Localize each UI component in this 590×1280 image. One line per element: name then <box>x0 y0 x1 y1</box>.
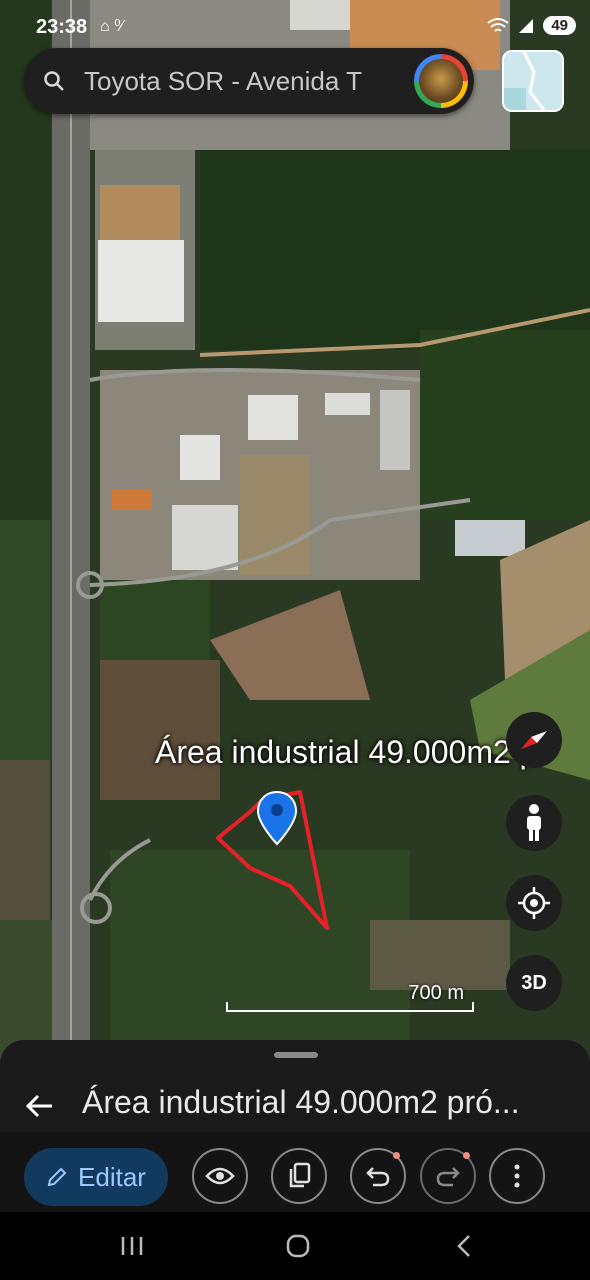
layers-button[interactable] <box>502 50 564 112</box>
person-icon <box>527 804 541 841</box>
system-navigation-bar <box>0 1212 590 1280</box>
back-arrow-icon <box>26 1094 52 1118</box>
pencil-icon <box>47 1167 67 1187</box>
status-right: 49 <box>487 16 576 35</box>
recents-button[interactable] <box>112 1230 152 1262</box>
duplicate-button[interactable] <box>271 1148 327 1204</box>
back-icon <box>457 1235 470 1257</box>
search-bar[interactable]: Toyota SOR - Avenida T <box>24 48 474 114</box>
satellite-map[interactable]: Área industrial 49.000m2 p <box>0 0 590 1060</box>
back-nav-button[interactable] <box>444 1230 484 1262</box>
search-input[interactable]: Toyota SOR - Avenida T <box>84 66 404 97</box>
avatar[interactable] <box>414 54 468 108</box>
copy-icon <box>289 1162 311 1188</box>
more-icon <box>514 1164 520 1188</box>
action-toolbar: Editar <box>0 1132 590 1212</box>
status-time: 23:38 <box>36 16 88 38</box>
sheet-title: Área industrial 49.000m2 pró... <box>82 1084 520 1120</box>
edit-button[interactable]: Editar <box>24 1148 168 1206</box>
undo-badge <box>393 1152 400 1159</box>
my-location-button[interactable] <box>506 875 562 931</box>
redo-icon <box>436 1167 460 1187</box>
visibility-button[interactable] <box>192 1148 248 1204</box>
satellite-imagery <box>0 0 590 1060</box>
eye-icon <box>205 1167 235 1185</box>
compass-icon <box>521 731 547 749</box>
battery-indicator: 49 <box>543 16 576 35</box>
locate-icon <box>518 887 550 919</box>
redo-button[interactable] <box>420 1148 476 1204</box>
pin-label[interactable]: Área industrial 49.000m2 p <box>155 734 537 771</box>
status-bar: 23:38 ⌂ ⁰⁄ 49 <box>0 10 590 46</box>
search-icon[interactable] <box>24 70 84 92</box>
home-icon <box>286 1234 310 1258</box>
undo-button[interactable] <box>350 1148 406 1204</box>
drag-handle[interactable] <box>274 1052 318 1058</box>
home-button[interactable] <box>278 1230 318 1262</box>
redo-badge <box>463 1152 470 1159</box>
street-view-button[interactable] <box>506 795 562 851</box>
edit-label: Editar <box>78 1161 146 1192</box>
back-button[interactable] <box>22 1088 58 1124</box>
undo-icon <box>366 1167 390 1187</box>
layers-icon <box>504 52 562 110</box>
scale-bar <box>226 1002 474 1012</box>
wifi-icon <box>487 17 509 32</box>
compass-button[interactable] <box>506 712 562 768</box>
more-options-button[interactable] <box>489 1148 545 1204</box>
recents-icon <box>121 1237 143 1255</box>
location-pin-icon[interactable] <box>256 790 298 846</box>
status-left-icons: ⌂ ⁰⁄ <box>100 18 124 35</box>
signal-icon <box>519 18 534 33</box>
map-scale: 700 m <box>226 982 474 1012</box>
3d-toggle-button[interactable]: 3D <box>506 955 562 1011</box>
